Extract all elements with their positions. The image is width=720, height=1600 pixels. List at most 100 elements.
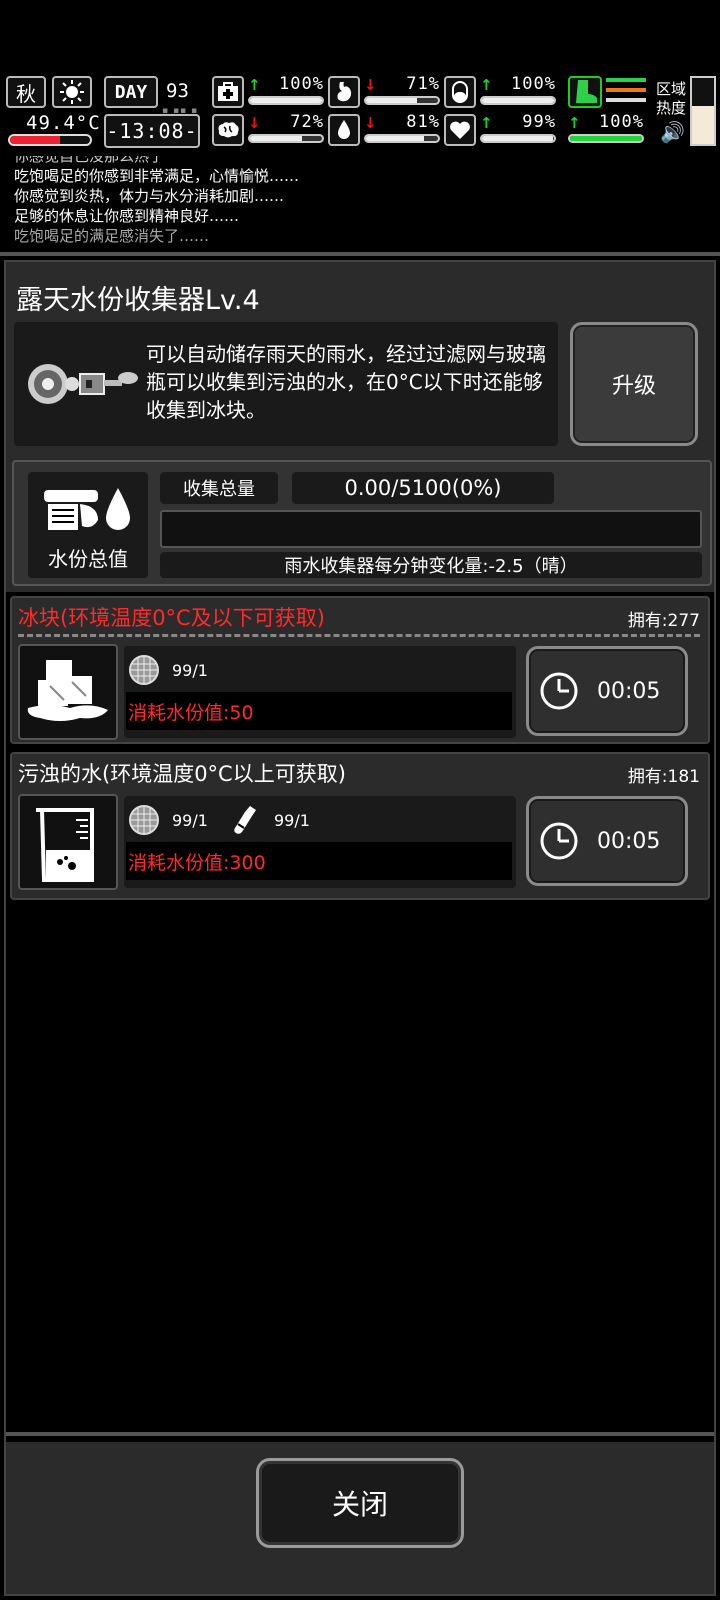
stat-health[interactable]: ↑ 100% bbox=[212, 74, 324, 110]
stat-value: 72% bbox=[290, 112, 324, 132]
list-item: 冰块(环境温度0°C及以下可获取) 拥有:277 99/1 消耗水份值:50 0… bbox=[10, 596, 710, 744]
item-owned-count: 拥有:277 bbox=[627, 611, 700, 631]
stat-bar bbox=[480, 96, 556, 105]
medkit-icon bbox=[212, 76, 244, 108]
close-button[interactable]: 关闭 bbox=[256, 1458, 464, 1548]
requirements-box: 99/1 99/1 消耗水份值:300 bbox=[124, 796, 516, 888]
log-line: 足够的休息让你感到精神良好…… bbox=[14, 207, 240, 225]
craft-time: 00:05 bbox=[597, 828, 661, 854]
temperature-readout: 49.4°C bbox=[26, 112, 101, 134]
list-item: 污浊的水(环境温度0°C以上可获取) 拥有:181 99/1 99/1 消耗水份… bbox=[10, 752, 710, 900]
stat-stamina[interactable]: ↑ 100% bbox=[568, 112, 644, 148]
area-heat-meter bbox=[690, 76, 716, 146]
stat-spirit[interactable]: ↑ 99% bbox=[444, 112, 556, 148]
trend-up-icon: ↑ bbox=[480, 114, 493, 132]
message-log[interactable]: 你感觉自己没那么热了 吃饱喝足的你感到非常满足，心情愉悦…… 你感觉到炎热，体力… bbox=[0, 156, 720, 252]
collect-total-label: 收集总量 bbox=[160, 472, 278, 504]
stat-value: 100% bbox=[599, 112, 644, 132]
log-divider bbox=[0, 252, 720, 256]
rain-collector-icon bbox=[28, 364, 138, 404]
collect-dirty-water-button[interactable]: 00:05 bbox=[526, 796, 688, 886]
ice-block-icon bbox=[18, 644, 118, 740]
area-heat-label: 区域热度 bbox=[656, 80, 687, 117]
trend-up-icon: ↑ bbox=[248, 76, 261, 94]
water-total-icon-box: 水份总值 bbox=[28, 472, 148, 578]
item-owned-count: 拥有:181 bbox=[627, 767, 700, 787]
day-number: 93 bbox=[166, 80, 189, 102]
stat-mood[interactable]: ↓ 72% bbox=[212, 112, 324, 148]
requirement-count: 99/1 bbox=[172, 660, 208, 680]
capsule-icon bbox=[444, 76, 476, 108]
recipe-list[interactable]: 冰块(环境温度0°C及以下可获取) 拥有:277 99/1 消耗水份值:50 0… bbox=[6, 592, 714, 1442]
collect-progress-bar bbox=[160, 510, 702, 548]
brain-icon bbox=[212, 114, 244, 146]
sun-icon bbox=[52, 76, 92, 108]
beaker-icon bbox=[18, 794, 118, 890]
trend-up-icon: ↑ bbox=[568, 114, 581, 132]
requirement: 99/1 bbox=[230, 804, 310, 836]
stat-value: 71% bbox=[406, 74, 440, 94]
clock-icon bbox=[540, 672, 578, 710]
requirements-box: 99/1 消耗水份值:50 bbox=[124, 646, 516, 738]
stamina-stripe bbox=[606, 98, 646, 102]
water-drop-icon bbox=[328, 114, 360, 146]
season-indicator: 秋 bbox=[6, 76, 46, 108]
item-title: 冰块(环境温度0°C及以下可获取) bbox=[18, 606, 325, 630]
season-label: 秋 bbox=[16, 81, 36, 106]
day-label: DAY bbox=[104, 76, 158, 108]
upgrade-button[interactable]: 升级 bbox=[570, 322, 698, 446]
speaker-icon[interactable]: 🔊 bbox=[660, 120, 685, 144]
change-rate-text: 雨水收集器每分钟变化量:-2.5（晴） bbox=[160, 552, 702, 578]
collect-total-value: 0.00/5100(0%) bbox=[292, 472, 554, 504]
trend-up-icon: ↑ bbox=[480, 76, 493, 94]
collector-water-icon bbox=[44, 488, 130, 530]
water-cost: 消耗水份值:300 bbox=[126, 842, 512, 880]
stomach-icon bbox=[328, 76, 360, 108]
dashed-divider bbox=[18, 634, 700, 637]
log-line: 吃饱喝足的满足感消失了…… bbox=[14, 227, 210, 245]
stat-bar bbox=[568, 134, 644, 143]
stat-thirst[interactable]: ↓ 81% bbox=[328, 112, 440, 148]
filter-mesh-icon bbox=[129, 805, 159, 835]
heart-icon bbox=[444, 114, 476, 146]
item-title: 污浊的水(环境温度0°C以上可获取) bbox=[18, 762, 346, 786]
requirement-count: 99/1 bbox=[172, 810, 208, 830]
log-line: 你感觉到炎热，体力与水分消耗加剧…… bbox=[14, 187, 285, 205]
stat-bar bbox=[248, 134, 324, 143]
trend-down-icon: ↓ bbox=[364, 114, 377, 132]
trend-down-icon: ↓ bbox=[364, 76, 377, 94]
stamina-stripe bbox=[606, 78, 646, 82]
stamina-stripe bbox=[606, 88, 646, 92]
footer-divider bbox=[6, 1432, 714, 1436]
stat-bar bbox=[480, 134, 556, 143]
filter-mesh-icon bbox=[129, 655, 159, 685]
page-title: 露天水份收集器Lv.4 bbox=[16, 285, 260, 316]
water-total-label: 水份总值 bbox=[48, 547, 128, 571]
stat-hunger[interactable]: ↓ 71% bbox=[328, 74, 440, 110]
clock-icon bbox=[540, 822, 578, 860]
temperature-bar bbox=[8, 134, 92, 146]
stat-bar bbox=[248, 96, 324, 105]
stat-energy[interactable]: ↑ 100% bbox=[444, 74, 556, 110]
collect-ice-button[interactable]: 00:05 bbox=[526, 646, 688, 736]
game-clock: -13:08- bbox=[104, 114, 200, 148]
glass-bottle-icon bbox=[234, 806, 256, 834]
stat-value: 81% bbox=[406, 112, 440, 132]
craft-time: 00:05 bbox=[597, 678, 661, 704]
water-cost: 消耗水份值:50 bbox=[126, 692, 512, 730]
water-total-box: 水份总值 收集总量 0.00/5100(0%) 雨水收集器每分钟变化量:-2.5… bbox=[12, 460, 712, 586]
stat-value: 100% bbox=[511, 74, 556, 94]
trend-down-icon: ↓ bbox=[248, 114, 261, 132]
stat-value: 99% bbox=[522, 112, 556, 132]
log-line: 你感觉自己没那么热了 bbox=[14, 156, 165, 165]
requirement: 99/1 bbox=[128, 804, 208, 836]
stat-value: 100% bbox=[279, 74, 324, 94]
boot-icon bbox=[568, 76, 602, 108]
status-hud: 秋 49.4°C DAY 93 ▪ ▪▪ ▪ -13:08- ↑ 100% ↓ … bbox=[0, 72, 720, 156]
requirement: 99/1 bbox=[128, 654, 208, 686]
description-text: 可以自动储存雨天的雨水，经过过滤网与玻璃瓶可以收集到污浊的水，在0°C以下时还能… bbox=[146, 342, 546, 422]
description-box: 可以自动储存雨天的雨水，经过过滤网与玻璃瓶可以收集到污浊的水，在0°C以下时还能… bbox=[14, 322, 558, 446]
stat-bar bbox=[364, 134, 440, 143]
stat-bar bbox=[364, 96, 440, 105]
requirement-count: 99/1 bbox=[274, 810, 310, 830]
